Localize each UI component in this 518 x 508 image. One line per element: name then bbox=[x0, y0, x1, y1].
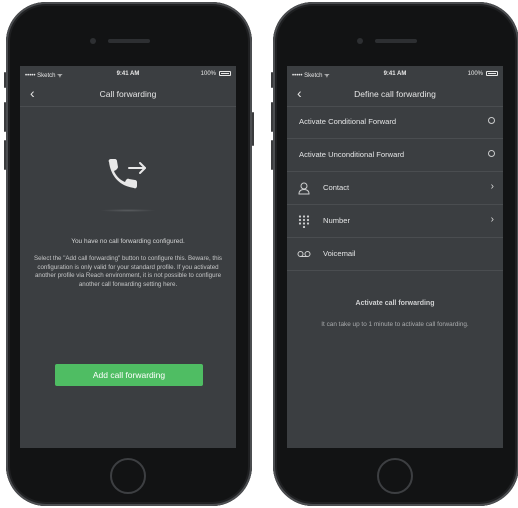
nav-bar: ‹ Define call forwarding bbox=[287, 82, 503, 107]
screen-call-forwarding: ••••• Sketch ᯤ 9:41 AM 100% ‹ Call forwa… bbox=[20, 66, 236, 448]
earpiece-speaker bbox=[108, 39, 150, 43]
chevron-right-icon: › bbox=[490, 214, 494, 225]
battery-icon bbox=[219, 71, 231, 76]
empty-state-description: Select the "Add call forwarding" button … bbox=[33, 255, 223, 288]
volume-down-button bbox=[4, 140, 6, 170]
keypad-icon bbox=[298, 215, 310, 228]
voicemail-icon bbox=[297, 251, 311, 257]
screen-define-call-forwarding: ••••• Sketch ᯤ 9:41 AM 100% ‹ Define cal… bbox=[287, 66, 503, 448]
nav-bar: ‹ Call forwarding bbox=[20, 82, 236, 107]
option-label: Activate Unconditional Forward bbox=[299, 150, 405, 159]
mute-switch bbox=[4, 72, 6, 88]
battery-percent: 100% bbox=[200, 71, 216, 77]
option-conditional-forward[interactable]: Activate Conditional Forward bbox=[287, 106, 503, 139]
icon-shadow bbox=[100, 209, 156, 212]
volume-up-button bbox=[4, 102, 6, 132]
person-icon bbox=[298, 182, 310, 195]
home-button[interactable] bbox=[110, 458, 146, 494]
volume-up-button bbox=[271, 102, 273, 132]
add-call-forwarding-button[interactable]: Add call forwarding bbox=[55, 364, 203, 386]
radio-button[interactable] bbox=[488, 117, 495, 124]
status-bar: ••••• Sketch ᯤ 9:41 AM 100% bbox=[287, 66, 503, 80]
front-camera bbox=[90, 38, 96, 44]
page-title: Call forwarding bbox=[99, 89, 157, 99]
option-label: Voicemail bbox=[323, 249, 356, 258]
home-button[interactable] bbox=[377, 458, 413, 494]
activate-section-subtitle: It can take up to 1 minute to activate c… bbox=[321, 321, 469, 328]
chevron-right-icon: › bbox=[490, 181, 494, 192]
option-label: Contact bbox=[323, 183, 350, 192]
phone-left: ••••• Sketch ᯤ 9:41 AM 100% ‹ Call forwa… bbox=[4, 2, 254, 506]
battery-percent: 100% bbox=[467, 71, 483, 77]
mute-switch bbox=[271, 72, 273, 88]
activate-section-title: Activate call forwarding bbox=[355, 300, 435, 307]
phone-forward-icon bbox=[108, 159, 146, 189]
phone-right: ••••• Sketch ᯤ 9:41 AM 100% ‹ Define cal… bbox=[271, 2, 518, 506]
earpiece-speaker bbox=[375, 39, 417, 43]
option-label: Number bbox=[323, 216, 351, 225]
radio-button[interactable] bbox=[488, 150, 495, 157]
power-button bbox=[252, 112, 254, 146]
option-number[interactable]: Number › bbox=[287, 205, 503, 238]
volume-down-button bbox=[271, 140, 273, 170]
option-contact[interactable]: Contact › bbox=[287, 172, 503, 205]
status-bar: ••••• Sketch ᯤ 9:41 AM 100% bbox=[20, 66, 236, 80]
option-label: Activate Conditional Forward bbox=[299, 117, 397, 126]
front-camera bbox=[357, 38, 363, 44]
battery-icon bbox=[486, 71, 498, 76]
page-title: Define call forwarding bbox=[354, 89, 436, 99]
empty-state-message: You have no call forwarding configured. bbox=[71, 238, 185, 245]
option-unconditional-forward[interactable]: Activate Unconditional Forward bbox=[287, 139, 503, 172]
option-voicemail[interactable]: Voicemail bbox=[287, 238, 503, 271]
